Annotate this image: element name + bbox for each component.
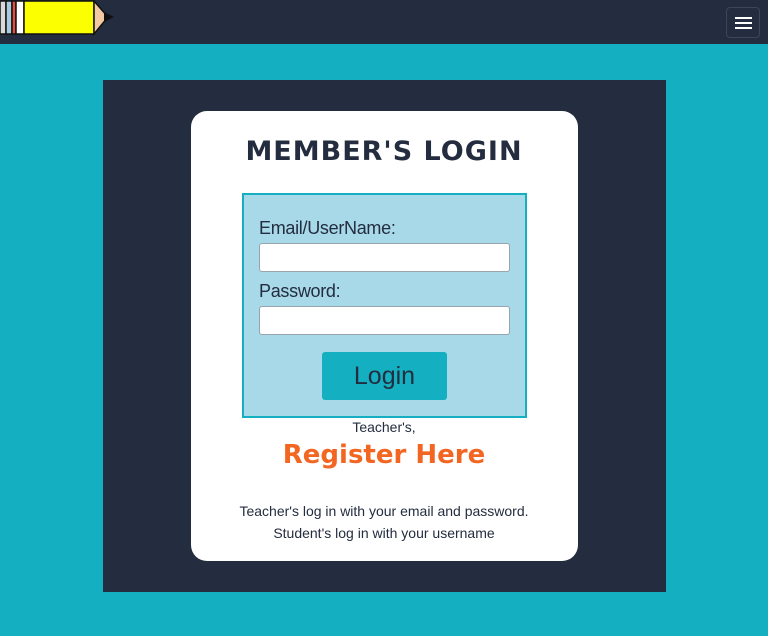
password-label: Password: xyxy=(259,281,341,301)
info-student-login: Student's log in with your username xyxy=(273,525,495,541)
password-field[interactable] xyxy=(259,306,510,335)
hamburger-menu-icon xyxy=(735,27,752,29)
login-button[interactable]: Login xyxy=(322,352,447,400)
email-field[interactable] xyxy=(259,243,510,272)
top-navbar xyxy=(0,0,768,44)
register-prompt: Teacher's, xyxy=(352,419,416,435)
info-teacher-login: Teacher's log in with your email and pas… xyxy=(239,503,529,519)
page-title: MEMBER'S LOGIN xyxy=(245,136,523,167)
hamburger-menu-icon xyxy=(735,17,752,19)
pencil-logo-icon[interactable] xyxy=(0,0,118,36)
hamburger-menu-icon xyxy=(735,22,752,24)
register-link[interactable]: Register Here xyxy=(0,440,768,470)
email-label: Email/UserName: xyxy=(259,218,396,238)
hamburger-menu-button[interactable] xyxy=(726,7,760,38)
